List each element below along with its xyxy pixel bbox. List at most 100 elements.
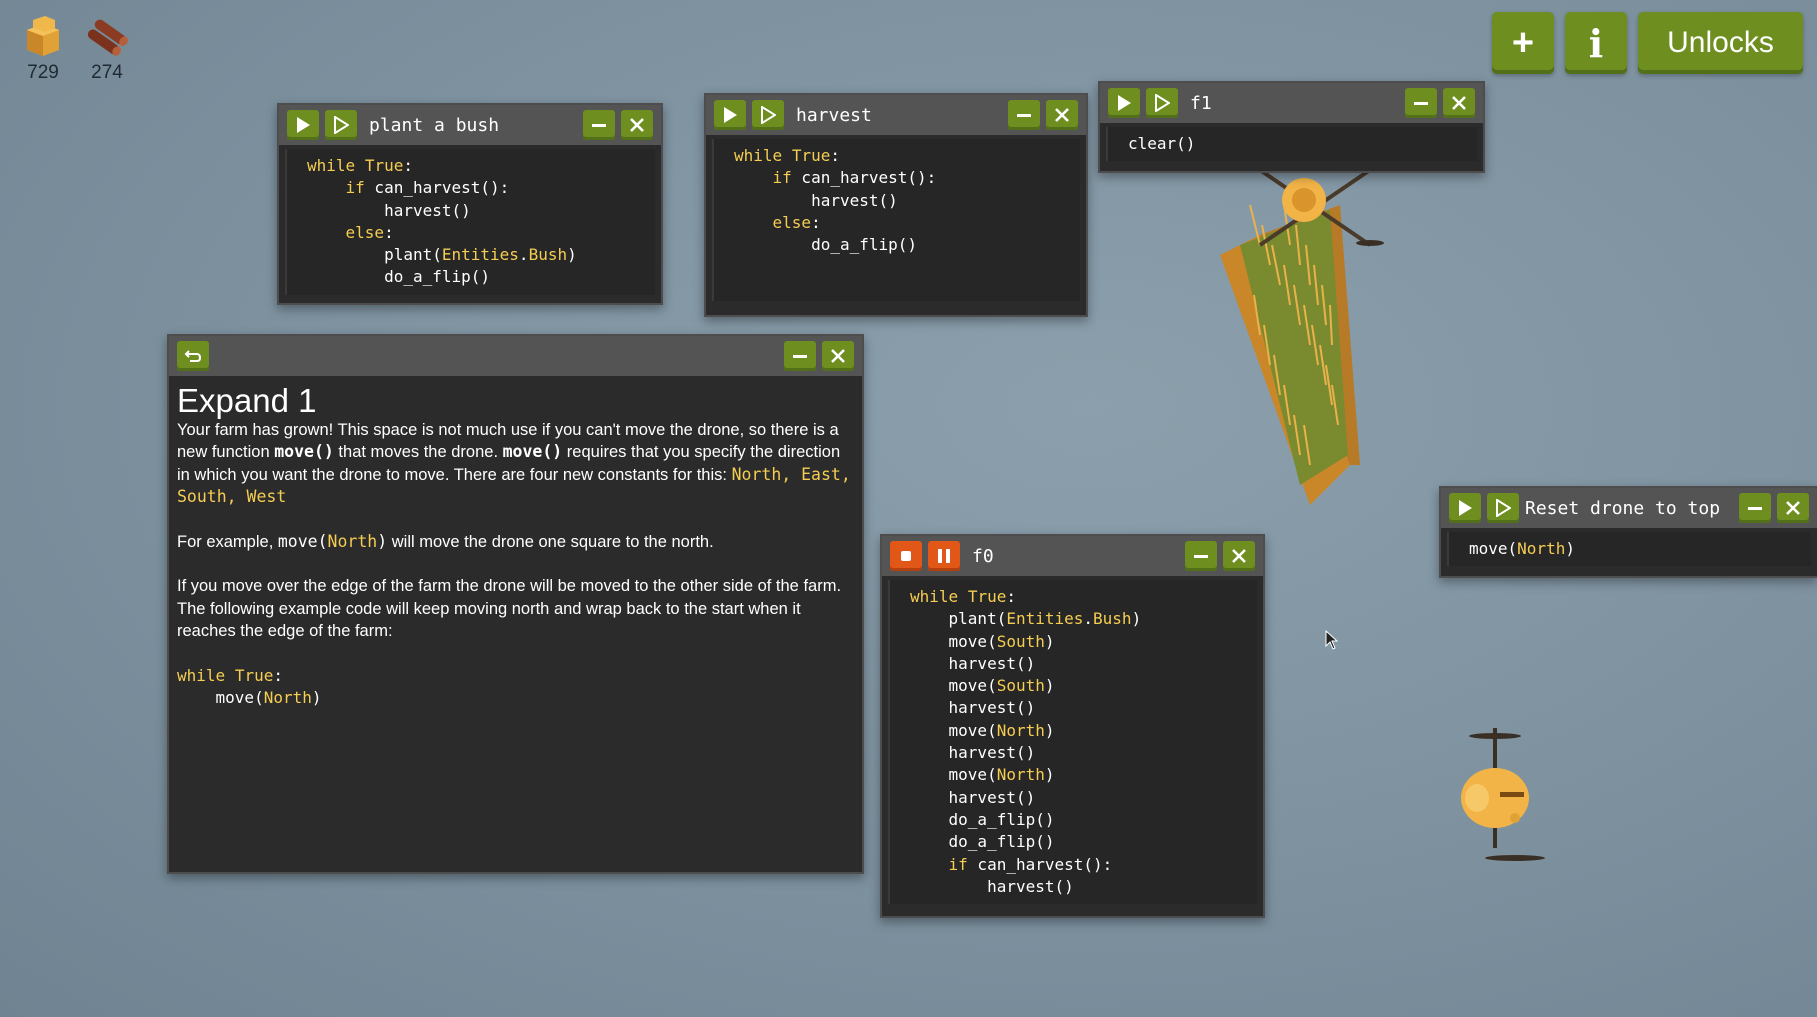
play-outline-icon xyxy=(1155,94,1170,112)
play-outline-icon xyxy=(1496,499,1511,517)
minus-icon xyxy=(1748,507,1762,510)
code-editor[interactable]: while True: plant(Entities.Bush) move(So… xyxy=(888,580,1257,905)
close-icon xyxy=(1232,549,1246,563)
window-header[interactable] xyxy=(169,336,862,376)
code-line: if can_harvest(): xyxy=(772,168,937,188)
code-editor[interactable]: move(North) xyxy=(1447,532,1811,567)
minimize-button[interactable] xyxy=(1739,493,1771,523)
code-line: if can_harvest(): xyxy=(345,178,510,198)
window-header[interactable]: f1 xyxy=(1100,83,1483,123)
window-title: f0 xyxy=(972,545,994,567)
close-icon xyxy=(1055,108,1069,122)
pause-button[interactable] xyxy=(928,541,960,571)
back-button[interactable] xyxy=(177,341,209,371)
play-icon xyxy=(724,107,737,123)
window-title: plant a bush xyxy=(369,114,500,136)
close-icon xyxy=(1452,96,1466,110)
window-title: f1 xyxy=(1190,92,1212,114)
window-header[interactable]: plant a bush xyxy=(279,105,661,145)
stop-button[interactable] xyxy=(890,541,922,571)
code-line: harvest() xyxy=(734,190,898,210)
info-button[interactable]: i xyxy=(1565,12,1627,74)
play-outline-icon xyxy=(334,116,349,134)
code-editor[interactable]: while True: if can_harvest(): harvest() … xyxy=(712,139,1080,301)
resource-wood: 274 xyxy=(84,14,130,84)
minimize-button[interactable] xyxy=(1185,541,1217,571)
code-line: plant(Entities.Bush) xyxy=(307,245,577,265)
piggy-drone-icon xyxy=(1461,728,1545,861)
code-window-f1[interactable]: f1 clear() xyxy=(1098,81,1485,173)
code-term: move() xyxy=(502,442,563,461)
code-line: harvest() xyxy=(910,653,1036,673)
code-line: plant(Entities.Bush) xyxy=(910,609,1142,629)
example-code: while True: move(North) xyxy=(177,665,854,710)
code-window-plant-a-bush[interactable]: plant a bush while True: if can_harvest(… xyxy=(277,103,663,305)
info-heading: Expand 1 xyxy=(177,382,317,419)
code-term: move( xyxy=(277,531,328,551)
code-window-harvest[interactable]: harvest while True: if can_harvest(): ha… xyxy=(704,93,1088,317)
close-button[interactable] xyxy=(822,341,854,371)
code-line: do_a_flip() xyxy=(910,832,1055,852)
code-line: else: xyxy=(772,212,821,232)
play-icon xyxy=(1118,95,1131,111)
minus-icon xyxy=(793,355,807,358)
code-line: while True: xyxy=(910,587,1016,606)
text: will move the drone one square to the no… xyxy=(387,532,714,551)
code-line: move(North) xyxy=(177,688,322,707)
code-line: move(North) xyxy=(910,720,1055,740)
minimize-button[interactable] xyxy=(1008,100,1040,130)
close-button[interactable] xyxy=(1443,88,1475,118)
step-button[interactable] xyxy=(1487,493,1519,523)
info-window[interactable]: Expand 1 Your farm has grown! This space… xyxy=(167,334,864,874)
close-button[interactable] xyxy=(1046,100,1078,130)
info-paragraph: The following example code will keep mov… xyxy=(177,599,801,641)
window-header[interactable]: harvest xyxy=(706,95,1086,135)
minus-icon xyxy=(592,124,606,127)
step-button[interactable] xyxy=(325,110,357,140)
code-line: while True: xyxy=(734,146,840,165)
minimize-button[interactable] xyxy=(784,341,816,371)
text: that moves the drone. xyxy=(333,443,503,461)
code-line: harvest() xyxy=(307,200,471,220)
resource-bar: 729 274 xyxy=(20,14,130,84)
code-editor[interactable]: while True: if can_harvest(): harvest() … xyxy=(285,149,655,295)
step-button[interactable] xyxy=(752,100,784,130)
close-button[interactable] xyxy=(1223,541,1255,571)
window-title: harvest xyxy=(796,104,872,126)
code-term: move() xyxy=(274,442,334,461)
close-button[interactable] xyxy=(621,110,653,140)
window-header[interactable]: Reset drone to top xyxy=(1441,488,1817,528)
code-line: else: xyxy=(345,222,394,242)
minus-icon xyxy=(1414,102,1428,105)
unlocks-label: Unlocks xyxy=(1667,26,1774,59)
wood-count: 274 xyxy=(91,62,123,83)
run-button[interactable] xyxy=(714,100,746,130)
info-paragraph: If you move over the edge of the farm th… xyxy=(177,577,842,595)
add-window-button[interactable]: + xyxy=(1492,12,1554,74)
code-line: do_a_flip() xyxy=(734,235,918,255)
hay-count: 729 xyxy=(27,62,59,83)
code-line: move(South) xyxy=(910,676,1055,696)
unlocks-button[interactable]: Unlocks xyxy=(1638,12,1803,74)
code-line: move(North) xyxy=(1469,539,1575,558)
close-icon xyxy=(630,118,644,132)
code-line: do_a_flip() xyxy=(910,809,1055,829)
code-line: harvest() xyxy=(910,698,1036,718)
code-line: do_a_flip() xyxy=(307,267,491,287)
run-button[interactable] xyxy=(1449,493,1481,523)
run-button[interactable] xyxy=(287,110,319,140)
close-button[interactable] xyxy=(1777,493,1809,523)
window-header[interactable]: f0 xyxy=(882,536,1263,576)
run-button[interactable] xyxy=(1108,88,1140,118)
code-line: harvest() xyxy=(910,787,1036,807)
minimize-button[interactable] xyxy=(583,110,615,140)
minimize-button[interactable] xyxy=(1405,88,1437,118)
step-button[interactable] xyxy=(1146,88,1178,118)
minus-icon xyxy=(1194,555,1208,558)
stop-icon xyxy=(901,551,911,561)
code-editor[interactable]: clear() xyxy=(1106,127,1477,162)
code-window-reset-drone[interactable]: Reset drone to top move(North) xyxy=(1439,486,1817,578)
code-line: harvest() xyxy=(910,743,1036,763)
code-window-f0[interactable]: f0 while True: plant(Entities.Bush) move… xyxy=(880,534,1265,918)
info-paragraph: Your farm has grown! This space is not m… xyxy=(177,419,854,509)
